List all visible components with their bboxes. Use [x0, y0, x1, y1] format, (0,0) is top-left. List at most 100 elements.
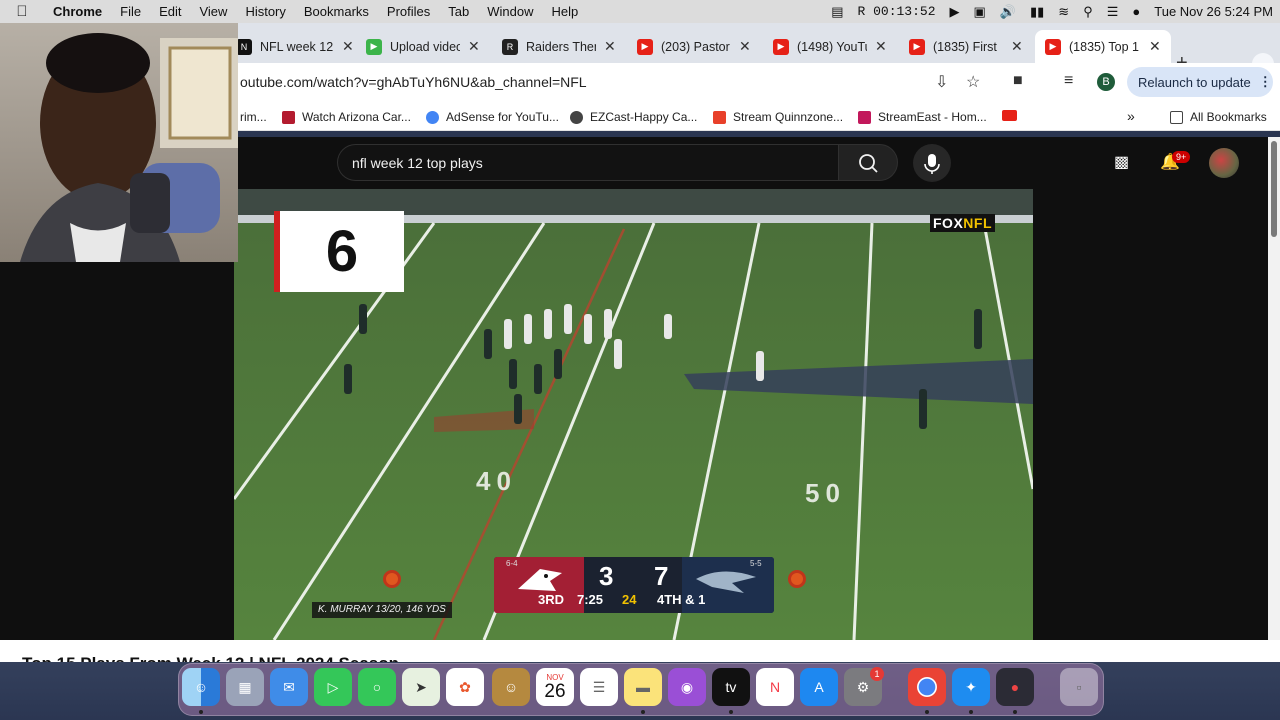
all-bookmarks-label: All Bookmarks [1190, 110, 1267, 124]
play-clock: 24 [622, 592, 637, 607]
recording-timer[interactable]: R 00:13:52 [850, 4, 942, 19]
menu-help[interactable]: Help [543, 4, 588, 19]
youtube-icon: ▶ [1045, 38, 1061, 55]
star-icon[interactable]: ☆ [966, 72, 980, 92]
close-icon[interactable]: ✕ [739, 38, 751, 55]
create-video-icon[interactable]: ▩ [1114, 152, 1129, 172]
down-marker-right [788, 570, 806, 588]
bookmark-item[interactable]: EZCast-Happy Ca... [570, 110, 697, 124]
extensions-icon[interactable]: ■ [1013, 72, 1023, 90]
browser-tab[interactable]: ▶ Upload video ✕ [366, 30, 480, 63]
menu-edit[interactable]: Edit [150, 4, 190, 19]
tab-title: NFL week 12 [260, 39, 334, 54]
mail-icon[interactable]: ✉ [270, 668, 308, 706]
notes-icon[interactable]: ▬ [624, 668, 662, 706]
macos-menubar:  Chrome File Edit View History Bookmark… [0, 0, 1280, 23]
browser-tab[interactable]: ▶ (1835) First ✕ [909, 30, 1023, 63]
menu-window[interactable]: Window [478, 4, 542, 19]
apple-icon[interactable]:  [0, 3, 44, 20]
bookmark-item[interactable]: StreamEast - Hom... [858, 110, 987, 124]
bookmark-label: StreamEast - Hom... [878, 110, 987, 124]
status-bar-icon[interactable]: ▤ [824, 4, 850, 20]
spotlight-search-icon[interactable]: ⚲ [1076, 4, 1100, 20]
close-icon[interactable]: ✕ [875, 38, 887, 55]
streameast-icon [858, 110, 871, 124]
page-scrollbar[interactable] [1268, 137, 1280, 640]
running-indicator [199, 710, 203, 714]
browser-tab[interactable]: N NFL week 12 ✕ [236, 30, 354, 63]
battery-icon[interactable]: ▮▮ [1023, 4, 1051, 20]
bookmark-item[interactable]: AdSense for YouTu... [426, 110, 559, 124]
search-input[interactable]: nfl week 12 top plays [337, 144, 839, 181]
launchpad-icon[interactable]: ▦ [226, 668, 264, 706]
control-center-icon[interactable]: ☰ [1100, 4, 1126, 20]
reading-list-icon[interactable]: ≡ [1064, 72, 1073, 90]
browser-tab[interactable]: ▶ (203) Pastor ✕ [637, 30, 751, 63]
menu-bookmarks[interactable]: Bookmarks [295, 4, 378, 19]
finder-icon[interactable]: ☺ [182, 668, 220, 706]
yard-number-right: 50 [805, 478, 846, 508]
chrome-icon[interactable] [908, 668, 946, 706]
podcasts-icon[interactable]: ◉ [668, 668, 706, 706]
maps-icon[interactable]: ➤ [402, 668, 440, 706]
safari-icon[interactable]: ✦ [952, 668, 990, 706]
app-store-icon[interactable]: A [800, 668, 838, 706]
trash-icon[interactable]: ▫ [1060, 668, 1098, 706]
tab-title: (203) Pastor [661, 39, 730, 54]
messages-icon[interactable]: ○ [358, 668, 396, 706]
address-bar[interactable]: outube.com/watch?v=ghAbTuYh6NU&ab_channe… [240, 74, 587, 90]
video-title[interactable]: Top 15 Plays From Week 12 | NFL 2024 Sea… [22, 654, 399, 662]
contacts-icon[interactable]: ☺ [492, 668, 530, 706]
menu-history[interactable]: History [236, 4, 294, 19]
bookmarks-overflow-icon[interactable]: » [1127, 108, 1135, 124]
screen-recorder-icon[interactable]: ● [996, 668, 1034, 706]
network-name: FOX [933, 215, 964, 231]
more-vertical-icon[interactable]: ⋮ [1259, 74, 1272, 90]
reminders-icon[interactable]: ☰ [580, 668, 618, 706]
close-icon[interactable]: ✕ [604, 38, 616, 55]
bookmark-item[interactable]: Stream Quinnzone... [713, 110, 843, 124]
play-icon[interactable]: ▶ [943, 4, 967, 20]
all-bookmarks[interactable]: All Bookmarks [1170, 110, 1267, 124]
bookmark-item[interactable]: rim... [240, 110, 267, 124]
webcam-person [20, 33, 238, 262]
browser-tab[interactable]: R Raiders Then ✕ [502, 30, 616, 63]
news-icon[interactable]: N [756, 668, 794, 706]
running-indicator [925, 710, 929, 714]
close-icon[interactable]: ✕ [468, 38, 480, 55]
menu-tab[interactable]: Tab [439, 4, 478, 19]
relaunch-button[interactable]: Relaunch to update ⋮ [1127, 67, 1273, 97]
facetime-icon[interactable]: ▷ [314, 668, 352, 706]
bookmark-item[interactable]: Watch Arizona Car... [282, 110, 411, 124]
browser-tab-active[interactable]: ▶ (1835) Top 1 ✕ [1035, 30, 1171, 63]
site-icon: R [502, 38, 518, 55]
menubar-clock[interactable]: Tue Nov 26 5:24 PM [1147, 4, 1280, 19]
menu-view[interactable]: View [190, 4, 236, 19]
wifi-icon[interactable]: ≋ [1051, 4, 1076, 20]
menu-profiles[interactable]: Profiles [378, 4, 439, 19]
voice-search-button[interactable] [913, 144, 951, 182]
tab-title: (1835) First [933, 39, 997, 54]
notification-badge: 9+ [1172, 151, 1191, 163]
siri-icon[interactable]: ● [1125, 4, 1147, 19]
scrollbar-thumb[interactable] [1271, 141, 1277, 237]
youtube-account-avatar[interactable] [1209, 148, 1239, 178]
close-icon[interactable]: ✕ [1149, 38, 1161, 55]
profile-avatar[interactable]: B [1097, 73, 1115, 91]
bookmark-item[interactable] [1002, 110, 1024, 121]
tab-title: (1498) YouTu [797, 39, 867, 54]
search-button[interactable] [838, 144, 898, 181]
close-icon[interactable]: ✕ [1011, 38, 1023, 55]
menu-file[interactable]: File [111, 4, 150, 19]
apple-tv-icon[interactable]: tv [712, 668, 750, 706]
menu-app-name[interactable]: Chrome [44, 4, 111, 19]
photos-icon[interactable]: ✿ [446, 668, 484, 706]
calendar-icon[interactable]: NOV 26 [536, 668, 574, 706]
volume-icon[interactable]: 🔊 [993, 4, 1023, 20]
running-indicator [1013, 710, 1017, 714]
browser-tab[interactable]: ▶ (1498) YouTu ✕ [773, 30, 887, 63]
install-icon[interactable]: ⇩ [935, 72, 948, 92]
screen-icon[interactable]: ▣ [967, 4, 993, 20]
close-icon[interactable]: ✕ [342, 38, 354, 55]
game-quarter: 3RD [538, 592, 565, 607]
